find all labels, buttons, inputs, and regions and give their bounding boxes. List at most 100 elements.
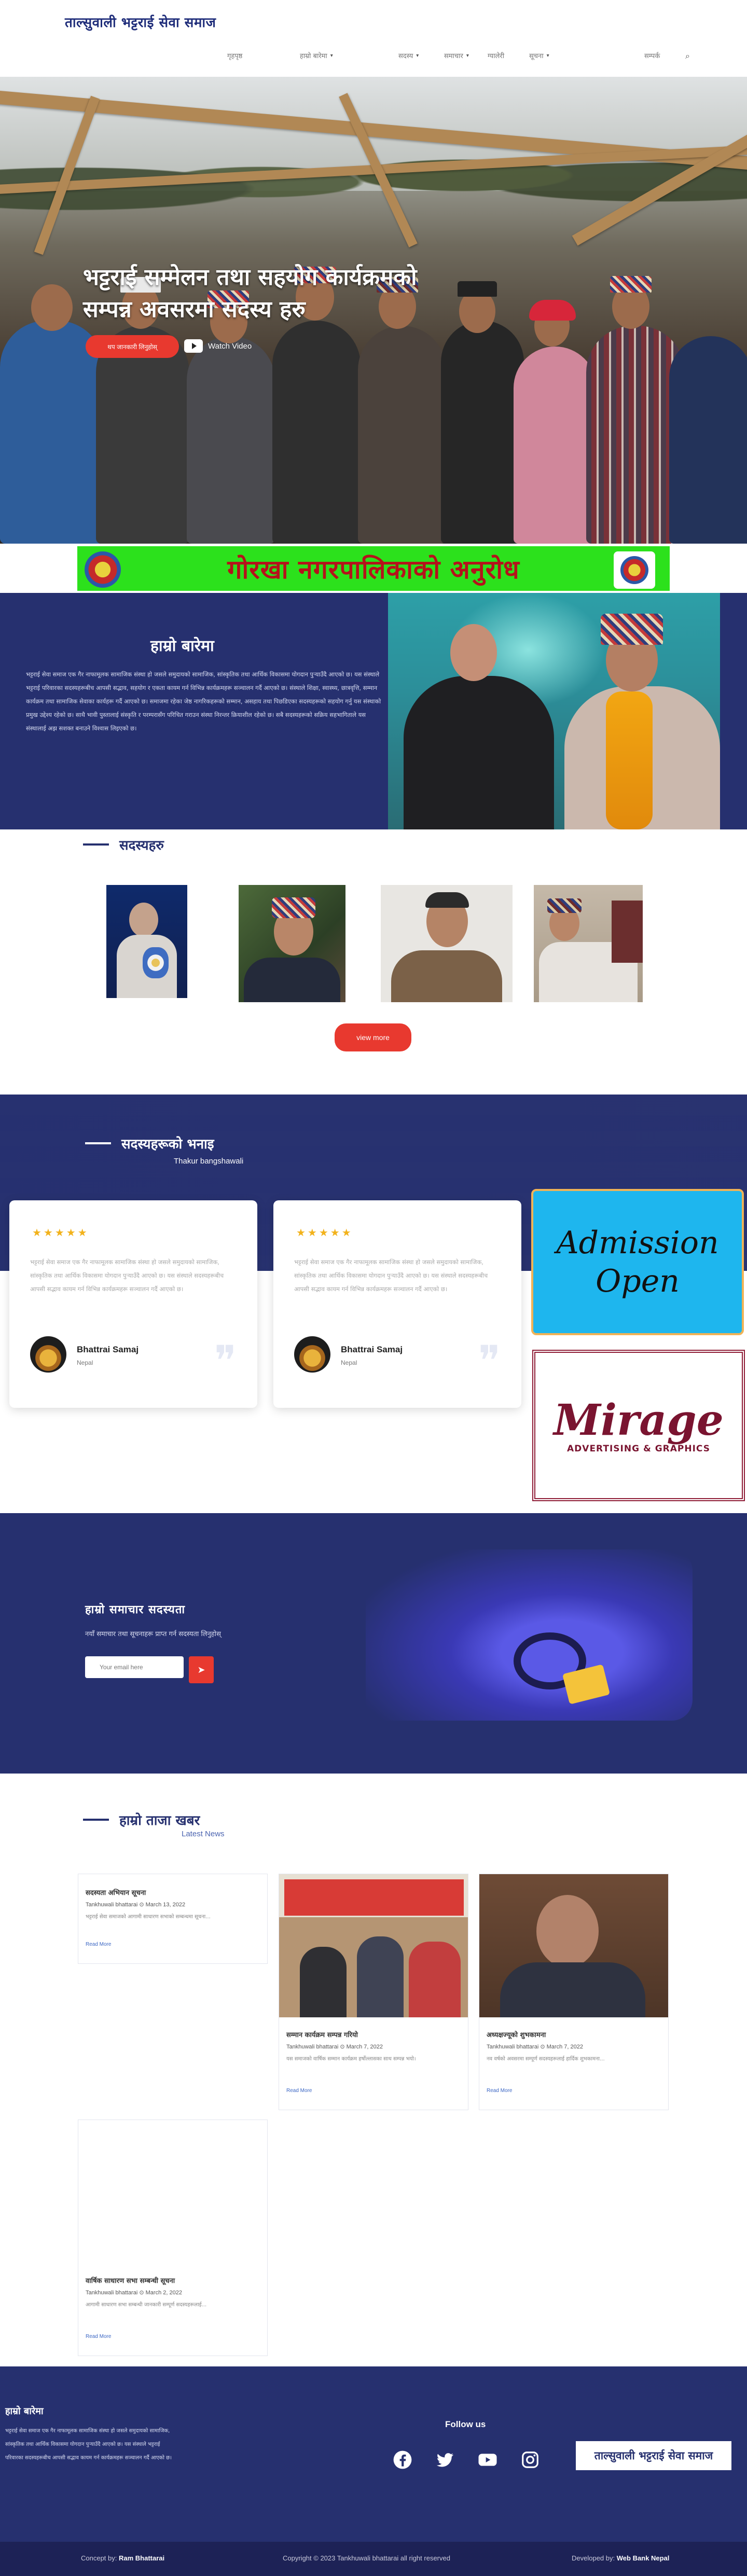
star-rating-icon: ★★★★★: [296, 1226, 353, 1239]
hero-person: [514, 347, 597, 544]
municipality-emblem-icon: [620, 556, 648, 584]
main-nav: गृहपृष्ठ हाम्रो बारेमा ▾ सदस्य ▾ समाचार ▾ ग…: [227, 51, 694, 63]
news-card-meta: Tankhuwali bhattarai ⊙ March 7, 2022: [286, 2044, 383, 2050]
news-card-meta: Tankhuwali bhattarai ⊙ March 7, 2022: [487, 2044, 583, 2050]
nav-item-label: सूचना: [529, 52, 544, 60]
news-card[interactable]: सम्मान कार्यक्रम सम्पन्न गरियो Tankhuwal…: [279, 1874, 468, 2110]
heading-bar: [83, 843, 109, 846]
news-card[interactable]: वार्षिक साधारण सभा सम्बन्धी सूचना Tankhu…: [78, 2120, 268, 2356]
view-more-members-button[interactable]: view more: [335, 1023, 411, 1051]
photo-person: [404, 676, 554, 829]
member-photo-body: [391, 950, 502, 1002]
heading-bar: [83, 1819, 109, 1821]
site-logo[interactable]: ताल्सुवाली भट्टराई सेवा समाज: [65, 12, 216, 31]
news-card-date: March 7, 2022: [346, 2044, 383, 2050]
nepal-emblem-icon: [85, 551, 121, 588]
news-image-person: [357, 1936, 404, 2017]
member-photo[interactable]: [106, 885, 187, 998]
news-card-title: सदस्यता अभियान सूचना: [86, 1889, 146, 1897]
facebook-icon[interactable]: [392, 2449, 413, 2470]
nav-item-gallery[interactable]: ग्यालेरी: [488, 51, 504, 60]
nav-item-members[interactable]: सदस्य ▾: [398, 51, 419, 60]
member-photo-hair: [425, 892, 469, 908]
page: ताल्सुवाली भट्टराई सेवा समाज गृहपृष्ठ हा…: [0, 0, 747, 2576]
site-header: ताल्सुवाली भट्टराई सेवा समाज गृहपृष्ठ हा…: [0, 0, 747, 77]
read-more-link[interactable]: Read More: [86, 1942, 111, 1947]
members-heading: सदस्यहरु: [83, 835, 164, 854]
concept-prefix: Concept by:: [81, 2554, 117, 2562]
youtube-icon[interactable]: [477, 2449, 498, 2470]
nav-item-about[interactable]: हाम्रो बारेमा ▾: [300, 51, 333, 60]
about-photo: [388, 593, 720, 829]
news-subtitle: Latest News: [182, 1830, 225, 1838]
hero-slider: भट्टराई सम्मेलन तथा सहयोग कार्यक्रमको सम…: [0, 77, 747, 544]
nav-item-label: समाचार: [444, 52, 463, 60]
newsletter-subtitle: नयाँ समाचार तथा सूचनाहरू प्राप्त गर्न सद…: [85, 1630, 221, 1638]
member-photo[interactable]: [381, 885, 513, 1002]
member-photo-face: [129, 903, 158, 937]
news-card-date: March 7, 2022: [546, 2044, 583, 2050]
admission-open-ad[interactable]: Admission Open: [531, 1189, 744, 1335]
member-photo-bg-curtain: [612, 901, 643, 963]
social-links: [392, 2449, 541, 2470]
news-image-person: [409, 1942, 461, 2017]
news-card-image: [279, 1874, 468, 2017]
hero-person: [358, 326, 446, 544]
news-image-face: [536, 1895, 599, 1968]
developer-name[interactable]: Web Bank Nepal: [617, 2554, 670, 2562]
news-card-author: Tankhuwali bhattarai: [86, 2290, 138, 2296]
concept-name: Ram Bhattarai: [119, 2554, 165, 2562]
read-more-link[interactable]: Read More: [487, 2088, 512, 2094]
twitter-icon[interactable]: [435, 2449, 455, 2470]
footer-bottom-bar: Concept by: Ram Bhattarai Copyright © 20…: [0, 2542, 747, 2576]
member-photo-topi: [547, 898, 582, 913]
announcement-banner[interactable]: गोरखा नगरपालिकाको अनुरोध: [76, 545, 671, 592]
mirage-ad[interactable]: Mirage ADVERTISING & GRAPHICS: [532, 1350, 745, 1501]
member-photo[interactable]: [239, 885, 345, 1002]
chevron-down-icon: ▾: [466, 52, 469, 59]
quote-icon: ❞: [478, 1337, 501, 1385]
photo-scarf: [606, 691, 653, 829]
newsletter-email-input[interactable]: [85, 1656, 184, 1678]
news-card[interactable]: सदस्यता अभियान सूचना Tankhuwali bhattara…: [78, 1874, 268, 1964]
chevron-down-icon: ▾: [330, 52, 333, 59]
quote-icon: ❞: [214, 1337, 237, 1385]
hero-title: भट्टराई सम्मेलन तथा सहयोग कार्यक्रमको सम…: [83, 261, 571, 326]
read-more-link[interactable]: Read More: [86, 2334, 111, 2339]
member-photo-body: [244, 958, 340, 1002]
hero-person: [272, 321, 361, 544]
nav-item-label: ग्यालेरी: [488, 52, 505, 60]
chevron-down-icon: ▾: [416, 52, 419, 59]
news-card-image: [78, 2120, 267, 2263]
news-card-author: Tankhuwali bhattarai: [86, 1902, 138, 1908]
nav-item-news[interactable]: समाचार ▾: [444, 51, 469, 60]
hero-cta-button[interactable]: थप जानकारी लिनुहोस्: [86, 335, 179, 358]
nav-item-contact[interactable]: सम्पर्क: [644, 51, 660, 60]
hero-person: [187, 336, 275, 544]
hero-title-line: सम्पन्न अवसरमा सदस्य हरु: [83, 296, 306, 323]
news-card-author: Tankhuwali bhattarai: [286, 2044, 339, 2050]
instagram-icon[interactable]: [520, 2449, 541, 2470]
copyright-text: Copyright © 2023 Tankhuwali bhattarai al…: [283, 2554, 450, 2562]
news-image-body: [500, 1962, 645, 2017]
testimonials-title: सदस्यहरूको भनाइ: [121, 1137, 214, 1152]
news-card[interactable]: अध्यक्षज्यूको शुभकामना Tankhuwali bhatta…: [479, 1874, 669, 2110]
member-photo[interactable]: [534, 885, 643, 1002]
site-footer: हाम्रो बारेमा भट्टराई सेवा समाज एक गैर न…: [0, 2366, 747, 2542]
testimonials-subtitle: Thakur bangshawali: [174, 1157, 244, 1166]
testimonial-name: Bhattrai Samaj: [341, 1345, 403, 1354]
newsletter-submit-button[interactable]: ➤: [189, 1656, 214, 1683]
read-more-link[interactable]: Read More: [286, 2088, 312, 2094]
news-heading: हाम्रो ताजा खबर: [83, 1810, 200, 1829]
news-card-image: [479, 1874, 668, 2017]
footer-logo[interactable]: ताल्सुवाली भट्टराई सेवा समाज: [576, 2441, 731, 2470]
hero-person: [669, 336, 747, 544]
hero-person: [31, 284, 73, 331]
watch-video-button[interactable]: Watch Video: [184, 339, 252, 353]
news-card-date: March 13, 2022: [145, 1902, 186, 1908]
nav-item-home[interactable]: गृहपृष्ठ: [227, 51, 242, 60]
mirage-ad-tagline: ADVERTISING & GRAPHICS: [567, 1444, 710, 1454]
testimonial-location: Nepal: [341, 1359, 357, 1366]
nav-item-notice[interactable]: सूचना ▾: [529, 51, 549, 60]
search-icon[interactable]: ⌕: [685, 51, 690, 61]
